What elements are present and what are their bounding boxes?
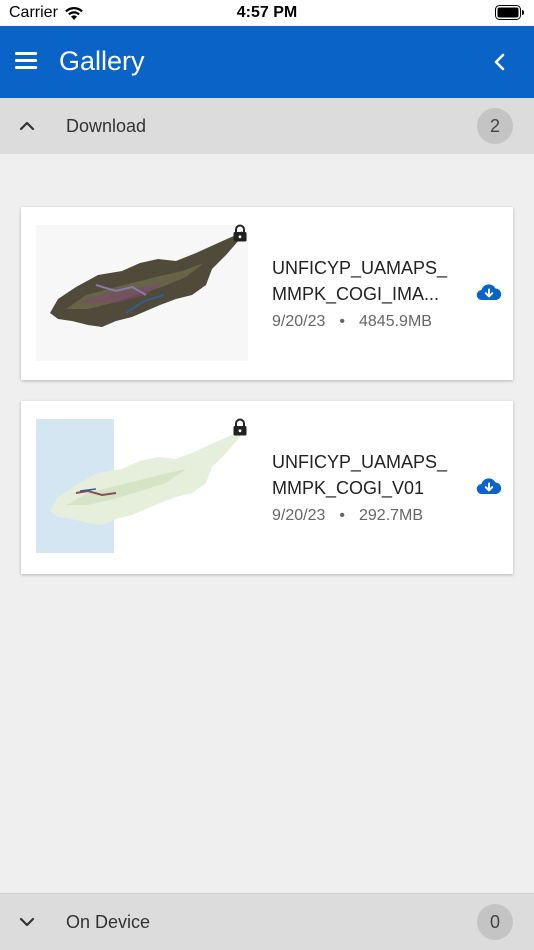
cloud-download-icon[interactable] [476,282,502,304]
battery-icon [495,5,524,20]
item-date: 9/20/23 [272,507,326,524]
chevron-left-icon[interactable] [488,50,512,74]
status-time: 4:57 PM [236,4,298,21]
list-item[interactable]: UNFICYP_UAMAPS_ MMPK_COGI_IMA... 9/20/23… [21,207,513,380]
list-item[interactable]: UNFICYP_UAMAPS_ MMPK_COGI_V01 9/20/23 • 29… [21,401,513,574]
chevron-up-icon [19,121,35,131]
item-meta: 9/20/23 • 292.7MB [272,507,423,525]
cloud-download-icon[interactable] [476,476,502,498]
meta-separator: • [339,313,345,330]
item-size: 292.7MB [359,507,424,524]
chevron-down-icon [19,917,35,927]
section-header-download[interactable]: Download 2 [0,98,534,154]
count-badge: 0 [477,904,513,940]
section-header-on-device[interactable]: On Device 0 [0,893,534,950]
page-title: Gallery [59,46,145,76]
item-name-line2: MMPK_COGI_IMA... [272,284,440,304]
item-name-line1: UNFICYP_UAMAPS_ [272,258,448,278]
count-badge: 2 [477,108,513,144]
lock-icon [233,224,247,242]
meta-separator: • [339,507,345,524]
section-label: Download [66,115,147,136]
map-thumbnail-vector [36,419,248,555]
item-meta: 9/20/23 • 4845.9MB [272,313,432,331]
status-bar: Carrier 4:57 PM [0,0,534,26]
item-size: 4845.9MB [359,313,432,330]
app-bar: Gallery [0,26,534,98]
hamburger-icon[interactable] [15,52,37,70]
map-thumbnail-imagery [36,225,248,361]
item-date: 9/20/23 [272,313,326,330]
section-label: On Device [66,911,151,932]
item-name: UNFICYP_UAMAPS_ MMPK_COGI_IMA... [272,255,462,307]
item-name-line2: MMPK_COGI_V01 [272,478,425,498]
lock-icon [233,418,247,436]
item-name: UNFICYP_UAMAPS_ MMPK_COGI_V01 [272,449,462,501]
item-name-line1: UNFICYP_UAMAPS_ [272,452,448,472]
